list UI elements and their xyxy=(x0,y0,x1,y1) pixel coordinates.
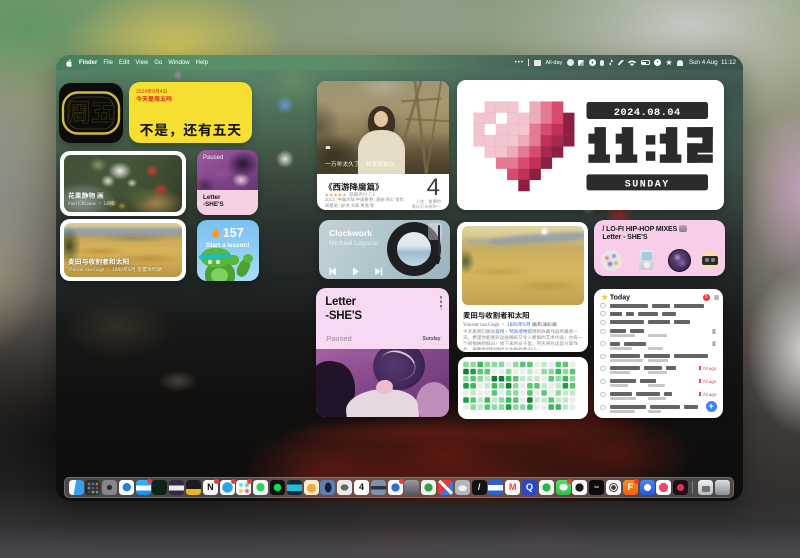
svg-text:SUNDAY: SUNDAY xyxy=(625,180,670,191)
svg-text:2024.08.04: 2024.08.04 xyxy=(614,107,681,119)
svg-text:周五: 周五 xyxy=(67,93,115,128)
